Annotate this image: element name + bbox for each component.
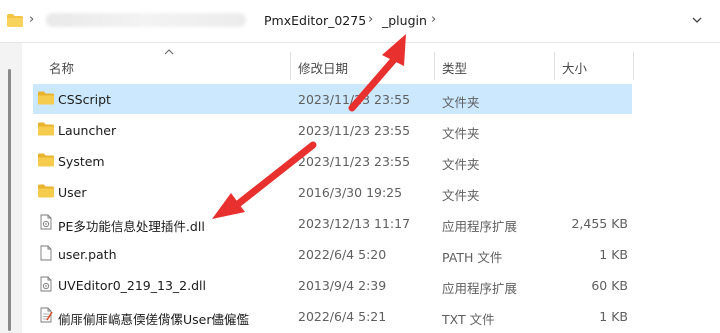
- column-type[interactable]: 类型: [442, 58, 467, 77]
- file-size: 2,455 KB: [571, 216, 628, 231]
- chevron-down-icon[interactable]: [690, 13, 704, 27]
- sort-ascending-icon: [164, 49, 174, 55]
- column-name[interactable]: 名称: [49, 58, 74, 77]
- file-size: 1 KB: [599, 247, 628, 262]
- file-date: 2023/12/13 11:17: [298, 216, 411, 231]
- file-name: System: [58, 154, 105, 169]
- file-name: Launcher: [58, 123, 117, 138]
- file-date: 2023/11/23 23:55: [298, 154, 411, 169]
- dll-file-icon: [40, 214, 52, 230]
- file-name: 偂厞偂厞嵪惪偄傞偝傫User儘僱儖: [58, 312, 249, 327]
- column-date[interactable]: 修改日期: [298, 58, 348, 77]
- column-divider[interactable]: [554, 52, 555, 80]
- file-name: user.path: [58, 247, 117, 262]
- file-name: CSScript: [58, 92, 111, 107]
- file-date: 2022/6/4 5:20: [298, 247, 387, 262]
- file-date: 2023/11/23 23:55: [298, 92, 411, 107]
- folder-icon: [38, 153, 54, 167]
- file-date: 2023/11/23 23:55: [298, 123, 411, 138]
- file-type: PATH 文件: [442, 250, 503, 265]
- scrollbar[interactable]: [0, 43, 22, 333]
- file-date: 2013/9/4 2:39: [298, 278, 387, 293]
- column-divider[interactable]: [290, 52, 291, 80]
- breadcrumb-pmxeditor[interactable]: PmxEditor_0275: [264, 13, 366, 28]
- folder-icon: [7, 14, 23, 27]
- list-item[interactable]: CSScript 2023/11/23 23:55 文件夹: [33, 84, 632, 114]
- folder-icon: [38, 184, 54, 198]
- file-size: 60 KB: [591, 278, 628, 293]
- file-type: 文件夹: [442, 95, 480, 110]
- file-date: 2016/3/30 19:25: [298, 185, 403, 200]
- file-type: 文件夹: [442, 188, 480, 203]
- file-name: UVEditor0_219_13_2.dll: [58, 278, 206, 293]
- folder-icon: [38, 91, 54, 105]
- blurred-path: [46, 13, 246, 27]
- list-item[interactable]: 偂厞偂厞嵪惪偄傞偝傫User儘僱儖 2022/6/4 5:21 TXT 文件 1…: [33, 301, 632, 331]
- file-size: 1 KB: [599, 309, 628, 324]
- address-bar[interactable]: › PmxEditor_0275 › _plugin ›: [0, 0, 720, 43]
- column-header: 名称 修改日期 类型 大小: [22, 49, 720, 82]
- folder-icon: [38, 122, 54, 136]
- dll-file-icon: [40, 276, 52, 292]
- list-item[interactable]: User 2016/3/30 19:25 文件夹: [33, 177, 632, 207]
- text-file-icon: [40, 307, 53, 323]
- list-item[interactable]: PE多功能信息处理插件.dll 2023/12/13 11:17 应用程序扩展 …: [33, 208, 632, 238]
- column-divider[interactable]: [434, 52, 435, 80]
- column-divider[interactable]: [633, 52, 634, 80]
- breadcrumb-plugin[interactable]: _plugin: [382, 13, 427, 28]
- file-type: TXT 文件: [442, 312, 495, 327]
- breadcrumb-separator: ›: [29, 12, 35, 27]
- file-type: 文件夹: [442, 126, 480, 141]
- scrollbar-thumb[interactable]: [8, 69, 11, 331]
- list-item[interactable]: user.path 2022/6/4 5:20 PATH 文件 1 KB: [33, 239, 632, 269]
- column-size[interactable]: 大小: [562, 58, 587, 77]
- blank-file-icon: [40, 245, 52, 261]
- list-item[interactable]: System 2023/11/23 23:55 文件夹: [33, 146, 632, 176]
- file-name: PE多功能信息处理插件.dll: [58, 219, 205, 234]
- file-name: User: [58, 185, 87, 200]
- file-date: 2022/6/4 5:21: [298, 309, 387, 324]
- file-type: 应用程序扩展: [442, 281, 518, 296]
- file-type: 应用程序扩展: [442, 219, 518, 234]
- file-type: 文件夹: [442, 157, 480, 172]
- breadcrumb-separator: ›: [368, 12, 374, 27]
- list-item[interactable]: Launcher 2023/11/23 23:55 文件夹: [33, 115, 632, 145]
- list-item[interactable]: UVEditor0_219_13_2.dll 2013/9/4 2:39 应用程…: [33, 270, 632, 300]
- breadcrumb-separator: ›: [431, 12, 437, 27]
